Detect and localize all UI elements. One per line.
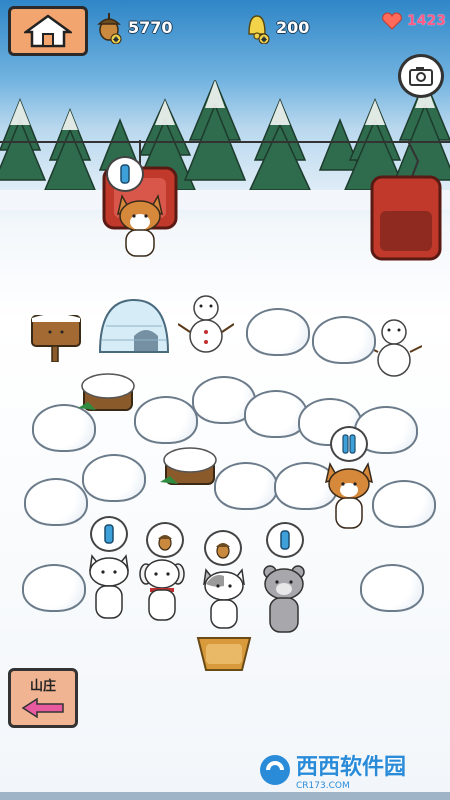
white-cat-character[interactable] [86,552,132,622]
hearts-count: 1423 [407,13,446,29]
corgi-character[interactable] [324,462,374,534]
acorn-icon [158,535,172,551]
snow-mound[interactable] [372,480,436,528]
snow-mound[interactable] [82,454,146,502]
hearts-counter: 1423 [381,12,446,30]
gray-bear-character[interactable] [260,564,308,636]
back-to-lodge-button[interactable]: 山庄 [8,668,78,728]
lift-chair-empty[interactable] [368,140,448,266]
arrow-left-icon [21,697,64,719]
svg-text:+: + [262,35,267,44]
home-button[interactable] [8,6,88,56]
igloo[interactable] [96,296,172,354]
svg-text:+: + [114,35,119,44]
bottom-bar [0,792,450,800]
snow-mound[interactable] [22,564,86,612]
watermark-text: 西西软件园 [296,755,407,780]
top-hud: + 5770 + 200 1423 [0,0,450,60]
back-button-label: 山庄 [29,679,56,694]
lift-chair-occupied[interactable] [100,140,180,257]
snow-mound[interactable] [134,396,198,444]
snow-mound[interactable] [246,308,310,356]
thought-bubble [90,516,128,552]
home-icon [24,14,72,48]
ice-icon [104,524,114,544]
snowman [178,295,234,353]
camera-icon [409,67,433,86]
ice-icon [280,530,290,550]
snow-mound[interactable] [214,462,278,510]
ice-icon [120,164,130,184]
camera-button[interactable] [398,54,444,98]
acorn-icon: + [97,13,122,44]
thought-bubble [204,530,242,566]
heart-icon [382,12,402,30]
thought-bubble [146,522,184,558]
lift-chair [370,140,442,261]
thought-bubble [266,522,304,558]
bell-icon: + [248,15,270,44]
acorn-counter[interactable]: + 5770 [96,10,173,44]
snow-mound-grass[interactable] [22,478,90,526]
corgi-character [116,193,164,257]
acorn-count: 5770 [128,17,173,37]
game-scene: + 5770 + 200 1423 山庄 西西软件园 CR173.COM [0,0,450,800]
acorn-icon [216,543,230,559]
watermark: 西西软件园 CR173.COM [258,748,444,792]
thought-bubble [106,156,144,192]
tree-stump[interactable] [160,442,220,488]
tree-stump[interactable] [78,368,138,414]
snow-mound[interactable] [312,316,376,364]
signpost [31,314,81,362]
bell-count: 200 [276,17,310,37]
thought-bubble [330,426,368,462]
white-dog-character[interactable] [138,556,186,624]
bell-counter[interactable]: + 200 [244,10,309,44]
snow-mound[interactable] [360,564,424,612]
watermark-url: CR173.COM [296,781,350,791]
ice-icon [342,434,356,454]
gray-cat-character[interactable] [200,566,248,630]
watermark-logo [260,755,290,785]
